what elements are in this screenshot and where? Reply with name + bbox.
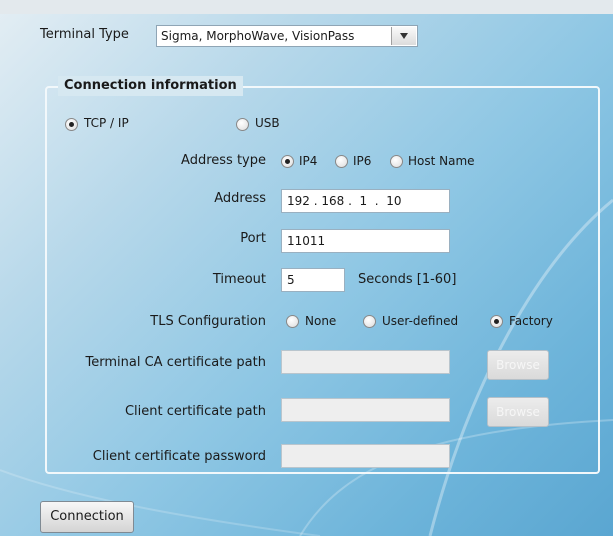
terminal-type-select[interactable]: Sigma, MorphoWave, VisionPass	[156, 25, 418, 47]
timeout-input[interactable]: 5	[281, 268, 345, 292]
port-input[interactable]: 11011	[281, 229, 450, 253]
ip6-label[interactable]: IP6	[353, 154, 371, 168]
ip4-label[interactable]: IP4	[299, 154, 317, 168]
timeout-unit: Seconds [1-60]	[358, 272, 457, 287]
tls-label: TLS Configuration	[150, 314, 266, 329]
tls-factory-label[interactable]: Factory	[509, 314, 553, 328]
tls-none-radio[interactable]	[286, 315, 299, 328]
usb-radio[interactable]	[236, 118, 249, 131]
terminal-type-label: Terminal Type	[40, 27, 129, 42]
client-cert-input[interactable]	[281, 398, 450, 422]
tls-user-defined-radio[interactable]	[363, 315, 376, 328]
terminal-ca-browse-button[interactable]: Browse	[487, 350, 549, 380]
tcp-ip-radio[interactable]	[65, 118, 78, 131]
connection-info-title: Connection information	[58, 76, 243, 96]
tls-factory-radio[interactable]	[490, 315, 503, 328]
usb-label[interactable]: USB	[255, 116, 280, 130]
ip4-radio[interactable]	[281, 155, 294, 168]
client-password-input[interactable]	[281, 444, 450, 468]
ip6-radio[interactable]	[335, 155, 348, 168]
host-name-label[interactable]: Host Name	[408, 154, 475, 168]
client-password-label: Client certificate password	[92, 449, 266, 464]
tls-none-label[interactable]: None	[305, 314, 336, 328]
address-type-label: Address type	[181, 153, 266, 168]
tls-user-defined-label[interactable]: User-defined	[382, 314, 458, 328]
client-cert-browse-button[interactable]: Browse	[487, 397, 549, 427]
address-label: Address	[214, 191, 266, 206]
timeout-label: Timeout	[212, 272, 266, 287]
connection-button[interactable]: Connection	[40, 501, 134, 533]
terminal-ca-input[interactable]	[281, 350, 450, 374]
address-input[interactable]: 192 . 168 . 1 . 10	[281, 189, 450, 213]
tcp-ip-label[interactable]: TCP / IP	[84, 116, 129, 130]
client-cert-label: Client certificate path	[124, 404, 266, 419]
terminal-type-value: Sigma, MorphoWave, VisionPass	[161, 29, 355, 43]
terminal-ca-label: Terminal CA certificate path	[85, 355, 266, 370]
port-label: Port	[240, 231, 266, 246]
top-strip	[0, 0, 613, 14]
host-name-radio[interactable]	[390, 155, 403, 168]
chevron-down-icon[interactable]	[391, 27, 416, 45]
